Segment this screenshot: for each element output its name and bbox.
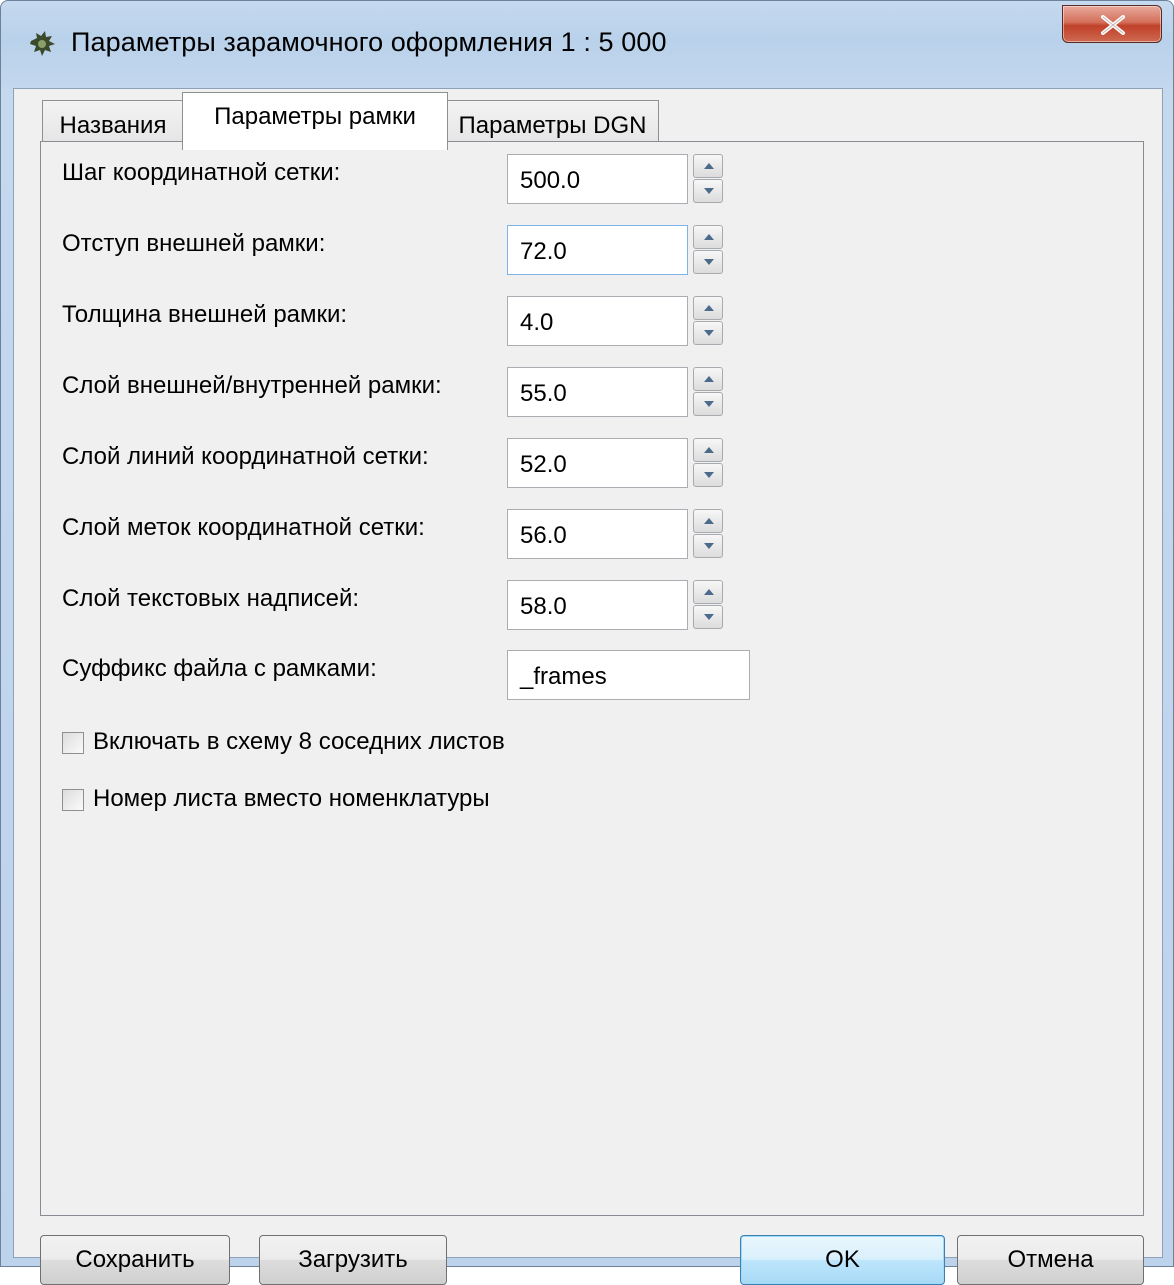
text-labels-layer-increment[interactable] (693, 580, 723, 604)
outer-frame-offset-spinner (693, 225, 723, 275)
window-title: Параметры зарамочного оформления 1 : 5 0… (71, 27, 667, 57)
outer-frame-offset-input[interactable]: 72.0 (507, 225, 688, 275)
outer-frame-thickness-increment[interactable] (693, 296, 723, 320)
ok-button[interactable]: OK (740, 1235, 945, 1285)
grid-lines-layer-decrement[interactable] (693, 463, 723, 487)
arrow-up-icon (704, 447, 714, 453)
frame-layer-label: Слой внешней/внутренней рамки: (62, 372, 442, 399)
grid-step-spinner (693, 154, 723, 204)
arrow-up-icon (704, 305, 714, 311)
arrow-down-icon (704, 259, 714, 265)
include-neighbor-sheets-label[interactable]: Включать в схему 8 соседних листов (93, 728, 505, 756)
outer-frame-thickness-decrement[interactable] (693, 321, 723, 345)
grid-lines-layer-input[interactable]: 52.0 (507, 438, 688, 488)
arrow-down-icon (704, 330, 714, 336)
frame-layer-decrement[interactable] (693, 392, 723, 416)
grid-step-input[interactable]: 500.0 (507, 154, 688, 204)
text-labels-layer-spinner (693, 580, 723, 630)
frame-layer-input[interactable]: 55.0 (507, 367, 688, 417)
tab-panel: Шаг координатной сетки: 500.0 Отступ вне… (40, 141, 1144, 1216)
frame-layer-increment[interactable] (693, 367, 723, 391)
arrow-down-icon (704, 188, 714, 194)
cancel-button[interactable]: Отмена (957, 1235, 1144, 1285)
grid-step-increment[interactable] (693, 154, 723, 178)
arrow-up-icon (704, 376, 714, 382)
arrow-down-icon (704, 543, 714, 549)
grid-marks-layer-input[interactable]: 56.0 (507, 509, 688, 559)
grid-lines-layer-label: Слой линий координатной сетки: (62, 443, 429, 470)
grid-lines-layer-increment[interactable] (693, 438, 723, 462)
text-labels-layer-input[interactable]: 58.0 (507, 580, 688, 630)
arrow-up-icon (704, 589, 714, 595)
dialog-client-area: Названия Параметры рамки Параметры DGN Ш… (13, 88, 1163, 1285)
arrow-up-icon (704, 518, 714, 524)
text-labels-layer-label: Слой текстовых надписей: (62, 585, 360, 612)
outer-frame-thickness-spinner (693, 296, 723, 346)
frames-file-suffix-input[interactable]: _frames (507, 650, 750, 700)
outer-frame-thickness-label: Толщина внешней рамки: (62, 301, 348, 328)
sheet-number-instead-checkbox[interactable] (62, 789, 84, 811)
app-gear-icon (30, 31, 55, 56)
grid-lines-layer-spinner (693, 438, 723, 488)
outer-frame-offset-increment[interactable] (693, 225, 723, 249)
outer-frame-offset-decrement[interactable] (693, 250, 723, 274)
close-icon (1101, 15, 1125, 35)
grid-marks-layer-spinner (693, 509, 723, 559)
arrow-down-icon (704, 472, 714, 478)
frames-file-suffix-label: Суффикс файла с рамками: (62, 655, 377, 682)
arrow-up-icon (704, 234, 714, 240)
grid-marks-layer-label: Слой меток координатной сетки: (62, 514, 425, 541)
grid-step-decrement[interactable] (693, 179, 723, 203)
include-neighbor-sheets-checkbox[interactable] (62, 732, 84, 754)
grid-marks-layer-decrement[interactable] (693, 534, 723, 558)
grid-step-label: Шаг координатной сетки: (62, 159, 341, 186)
frame-layer-spinner (693, 367, 723, 417)
text-labels-layer-decrement[interactable] (693, 605, 723, 629)
arrow-up-icon (704, 163, 714, 169)
title-bar[interactable]: Параметры зарамочного оформления 1 : 5 0… (1, 1, 1173, 87)
save-button[interactable]: Сохранить (40, 1235, 230, 1285)
load-button[interactable]: Загрузить (259, 1235, 447, 1285)
dialog-window: Параметры зарамочного оформления 1 : 5 0… (0, 0, 1174, 1285)
close-button[interactable] (1062, 5, 1162, 43)
tab-frame-parameters[interactable]: Параметры рамки (182, 92, 448, 150)
tab-label: Параметры рамки (214, 103, 416, 130)
outer-frame-offset-label: Отступ внешней рамки: (62, 230, 326, 257)
outer-frame-thickness-input[interactable]: 4.0 (507, 296, 688, 346)
sheet-number-instead-label[interactable]: Номер листа вместо номенклатуры (93, 785, 490, 813)
arrow-down-icon (704, 401, 714, 407)
grid-marks-layer-increment[interactable] (693, 509, 723, 533)
arrow-down-icon (704, 614, 714, 620)
